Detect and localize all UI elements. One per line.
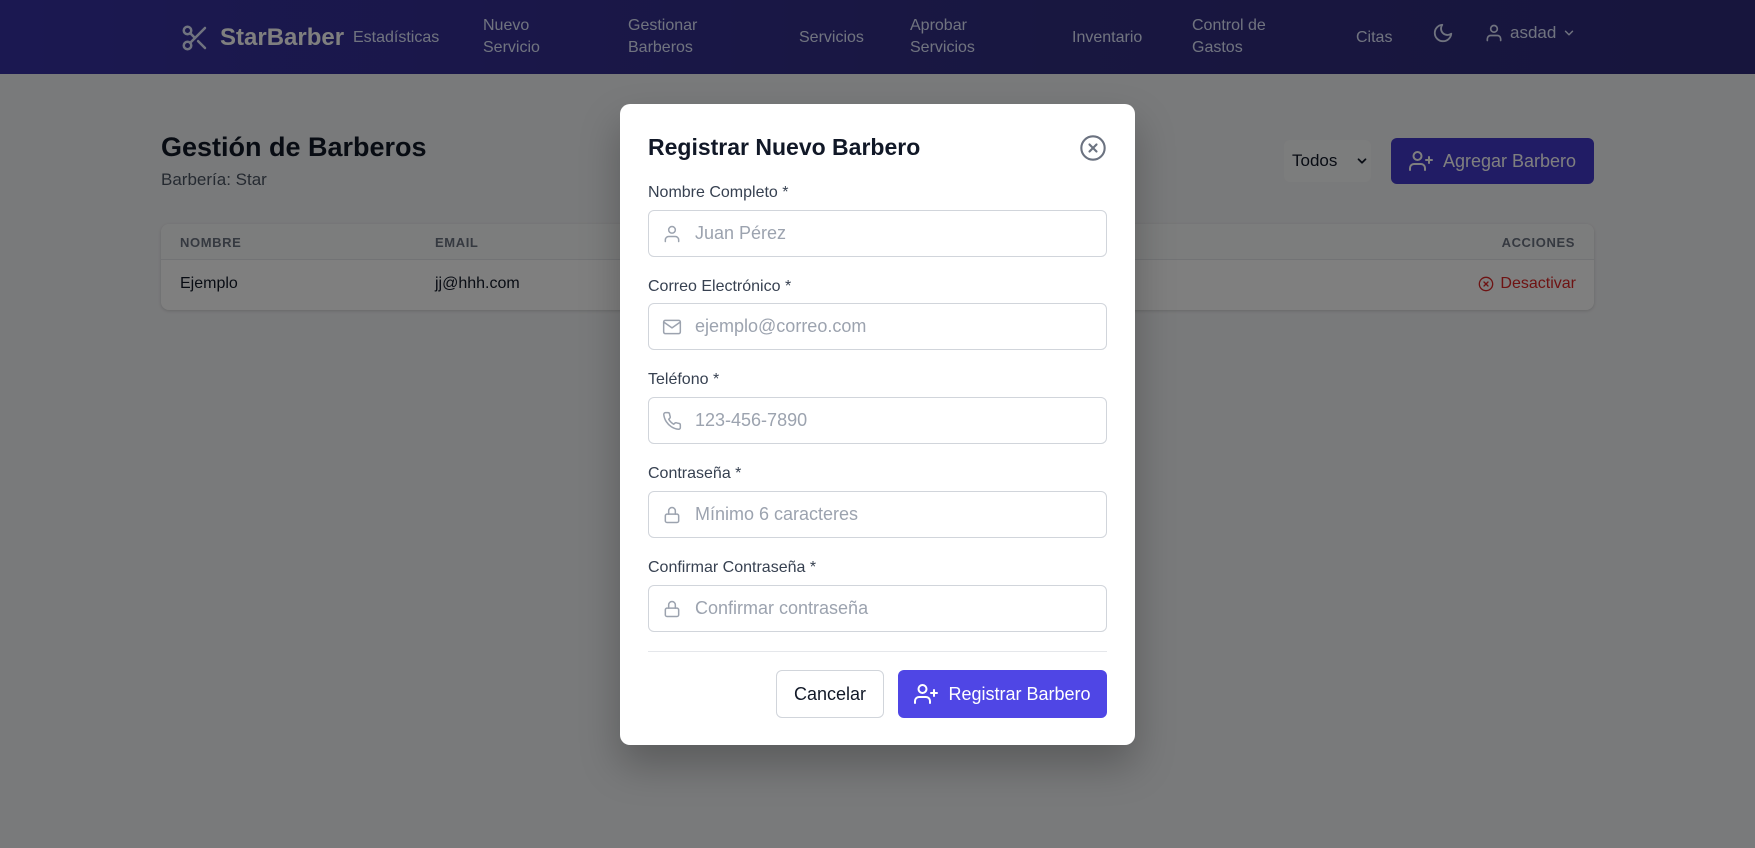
close-icon[interactable] [1079, 134, 1107, 162]
password-label: Contraseña * [648, 465, 742, 482]
confirm-password-label: Confirmar Contraseña * [648, 559, 817, 576]
modal-divider [648, 651, 1107, 652]
full-name-label: Nombre Completo * [648, 184, 789, 201]
full-name-input[interactable] [695, 211, 1095, 256]
confirm-password-input[interactable] [695, 586, 1095, 631]
password-input[interactable] [695, 492, 1095, 537]
phone-input[interactable] [695, 398, 1095, 443]
lock-icon [664, 600, 680, 618]
phone-field[interactable] [648, 397, 1107, 444]
register-barber-label: Registrar Barbero [948, 683, 1091, 704]
email-input[interactable] [695, 304, 1095, 349]
password-field[interactable] [648, 491, 1107, 538]
email-field[interactable] [648, 303, 1107, 350]
phone-icon [663, 411, 682, 431]
phone-label: Teléfono * [648, 371, 720, 388]
lock-icon [664, 506, 680, 524]
cancel-button[interactable]: Cancelar [776, 670, 884, 718]
mail-icon [662, 319, 682, 335]
register-barber-button[interactable]: Registrar Barbero [898, 670, 1107, 718]
modal-title: Registrar Nuevo Barbero [648, 134, 921, 160]
confirm-password-field[interactable] [648, 585, 1107, 632]
user-icon [664, 225, 680, 243]
full-name-field[interactable] [648, 210, 1107, 257]
register-barber-modal: Registrar Nuevo Barbero Nombre Completo … [620, 104, 1135, 745]
email-label: Correo Electrónico * [648, 278, 792, 295]
user-plus-icon [914, 684, 939, 704]
